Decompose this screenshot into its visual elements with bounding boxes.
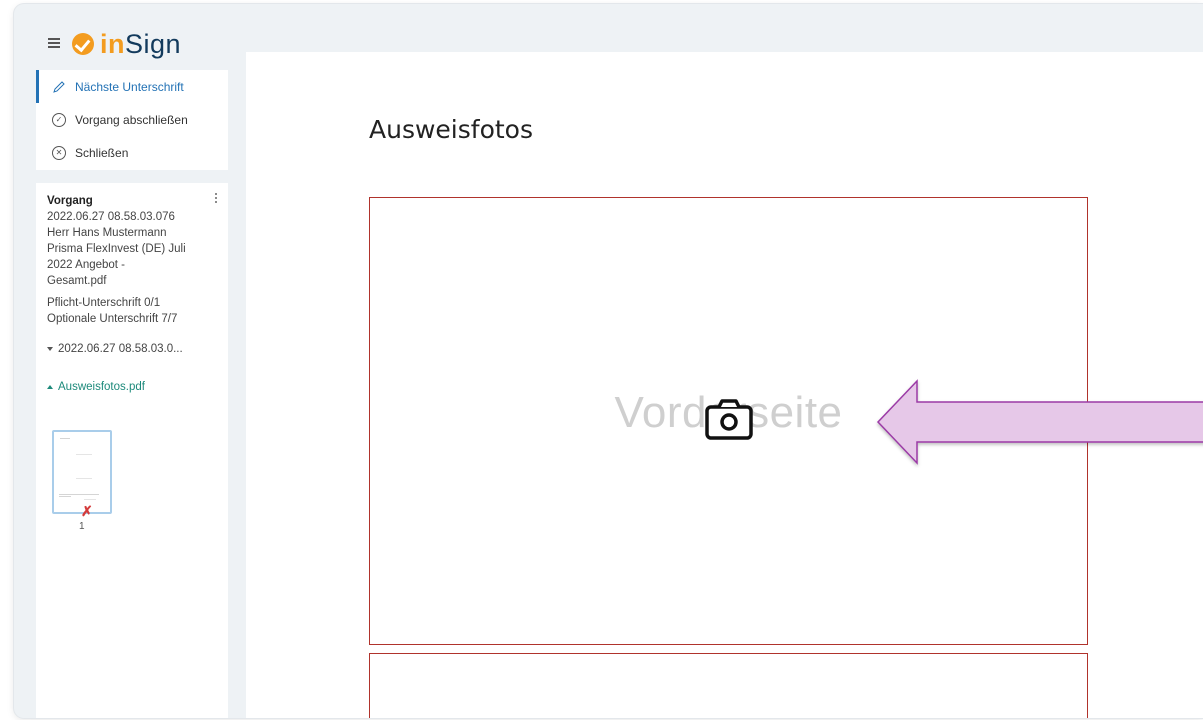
check-badge-icon	[72, 33, 94, 55]
process-title: Vorgang	[47, 195, 93, 207]
missing-signature-icon: ✗	[81, 503, 93, 519]
close-circle-icon: ✕	[52, 145, 66, 160]
process-panel: Vorgang 2022.06.27 08.58.03.076 Herr Han…	[36, 183, 228, 718]
menu-item-close[interactable]: ✕ Schließen	[36, 136, 228, 169]
thumbnail-page-number: 1	[79, 521, 85, 532]
hamburger-menu-icon[interactable]	[48, 38, 60, 48]
pen-icon	[52, 80, 66, 94]
menu-item-complete-process[interactable]: ✓ Vorgang abschließen	[36, 103, 228, 136]
page-thumbnail[interactable]	[52, 430, 112, 514]
process-details: 2022.06.27 08.58.03.076 Herr Hans Muster…	[47, 211, 186, 287]
menu-item-next-signature[interactable]: Nächste Unterschrift	[36, 70, 228, 103]
menu-item-label: Vorgang abschließen	[75, 112, 188, 127]
document-link[interactable]: Ausweisfotos.pdf	[58, 379, 145, 395]
check-circle-icon: ✓	[52, 112, 66, 127]
tree-item-process[interactable]: 2022.06.27 08.58.03.0...	[47, 341, 218, 357]
tree-item-document[interactable]: Ausweisfotos.pdf	[47, 379, 218, 395]
caret-down-icon	[47, 347, 53, 351]
camera-icon[interactable]	[705, 398, 753, 442]
sidebar-header: inSign	[14, 4, 244, 66]
action-menu: Nächste Unterschrift ✓ Vorgang abschließ…	[36, 70, 228, 170]
app-window: inSign Nächste Unterschrift ✓ Vorgang ab…	[14, 4, 1203, 718]
menu-item-label: Nächste Unterschrift	[75, 79, 184, 94]
sidebar: inSign Nächste Unterschrift ✓ Vorgang ab…	[14, 4, 244, 718]
menu-item-label: Schließen	[75, 145, 129, 160]
id-photo-back-field[interactable]	[369, 653, 1088, 718]
tree-item-label: 2022.06.27 08.58.03.0...	[58, 343, 183, 355]
caret-up-icon	[47, 385, 53, 389]
document-viewer: Ausweisfotos Vorderseite	[246, 52, 1203, 718]
page-title: Ausweisfotos	[369, 115, 533, 144]
more-options-icon[interactable]	[215, 193, 218, 205]
logo-text: inSign	[100, 28, 182, 59]
pointer-arrow-icon	[876, 379, 1203, 465]
insign-logo: inSign	[72, 29, 181, 59]
signature-status: Pflicht-Unterschrift 0/1 Optionale Unter…	[47, 297, 178, 325]
